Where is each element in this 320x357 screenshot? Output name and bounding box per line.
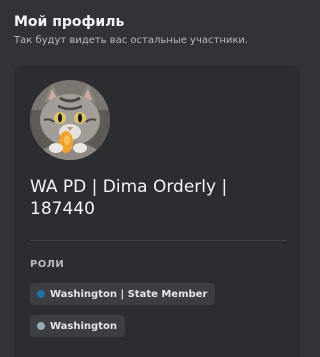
role-label: Washington | State Member: [50, 288, 208, 300]
roles-list: Washington | State Member Washington: [30, 283, 286, 337]
display-name: WA PD | Dima Orderly | 187440: [30, 177, 228, 219]
profile-page: Мой профиль Так будут видеть вас остальн…: [0, 0, 314, 357]
role-label: Washington: [50, 320, 117, 332]
role-color-dot-1: [37, 322, 45, 330]
cat-photo-avatar-icon: [30, 80, 110, 160]
role-pill[interactable]: Washington: [30, 315, 125, 337]
page-subtitle: Так будут видеть вас остальные участники…: [14, 35, 249, 46]
profile-card: WA PD | Dima Orderly | 187440 РОЛИ Washi…: [14, 66, 300, 357]
divider: [30, 240, 286, 241]
role-color-dot-0: [37, 290, 45, 298]
roles-heading: РОЛИ: [30, 259, 65, 270]
profile-header: Мой профиль Так будут видеть вас остальн…: [14, 13, 304, 48]
page-title: Мой профиль: [14, 14, 125, 30]
avatar[interactable]: [30, 80, 110, 160]
role-pill[interactable]: Washington | State Member: [30, 283, 216, 305]
